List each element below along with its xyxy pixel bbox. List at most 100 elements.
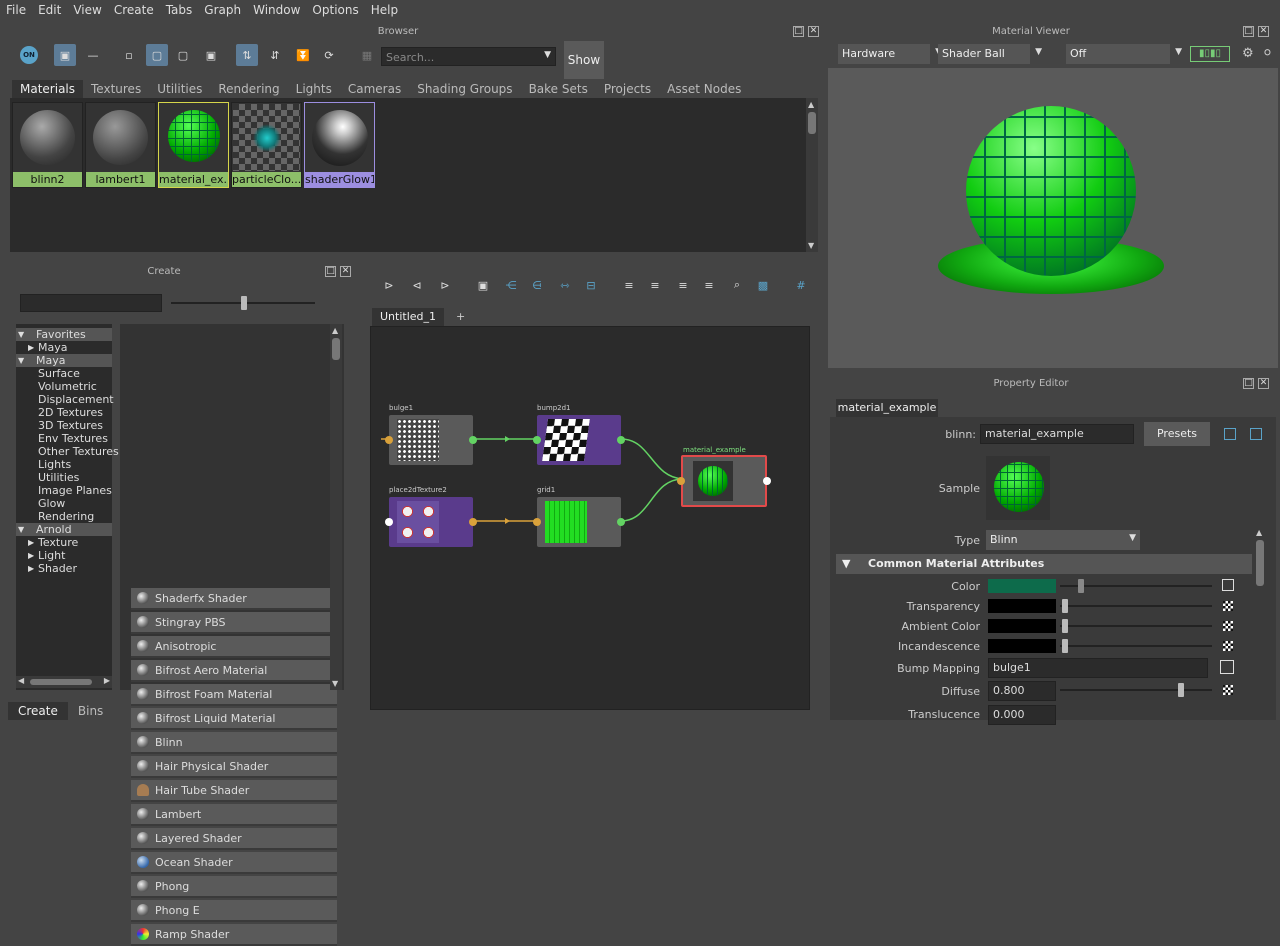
- filter-icon[interactable]: ▦: [356, 44, 378, 66]
- graph-input-output-icon[interactable]: ⇿: [554, 274, 576, 296]
- tab-projects[interactable]: Projects: [596, 80, 659, 98]
- node-place2dtexture2[interactable]: place2dTexture2: [385, 486, 477, 547]
- shader-list-item[interactable]: Anisotropic: [131, 636, 337, 658]
- close-icon[interactable]: ✕: [1258, 378, 1269, 389]
- renderer-dropdown[interactable]: Hardware ▼: [838, 44, 942, 64]
- chevron-down-icon[interactable]: ▼: [544, 50, 551, 60]
- search-input[interactable]: Search... ▼: [381, 47, 556, 66]
- material-thumb-material-example[interactable]: material_ex...: [158, 102, 229, 188]
- tree-item[interactable]: 3D Textures: [16, 419, 112, 432]
- menu-help[interactable]: Help: [365, 0, 404, 20]
- tab-cameras[interactable]: Cameras: [340, 80, 409, 98]
- node-port-in[interactable]: [533, 518, 541, 526]
- transparency-slider[interactable]: [1060, 605, 1212, 607]
- frame-selection-icon[interactable]: ▣: [472, 274, 494, 296]
- tree-item[interactable]: Utilities: [16, 471, 112, 484]
- remove-selected-icon[interactable]: ⊟: [580, 274, 602, 296]
- checker-map-icon[interactable]: [1223, 621, 1233, 631]
- chevron-right-icon[interactable]: ▶: [28, 341, 34, 354]
- shape-dropdown[interactable]: Shader Ball ▼: [938, 44, 1042, 64]
- node-bump2d1[interactable]: bump2d1: [533, 404, 625, 465]
- add-tab-button[interactable]: +: [456, 308, 465, 326]
- tab-materials[interactable]: Materials: [12, 80, 84, 98]
- presets-button[interactable]: Presets: [1144, 422, 1210, 446]
- material-thumb-shaderglow1[interactable]: shaderGlow1: [304, 102, 375, 188]
- property-tab-material[interactable]: material_example: [836, 399, 938, 417]
- node-port-in[interactable]: [385, 436, 393, 444]
- color-swatch[interactable]: [988, 579, 1056, 593]
- layout-three-icon[interactable]: ≡: [672, 274, 694, 296]
- frame-right-icon[interactable]: ⊳: [434, 274, 456, 296]
- ambient-swatch[interactable]: [988, 619, 1056, 633]
- more-icon[interactable]: ⚪: [1262, 46, 1273, 61]
- sort-time-icon[interactable]: ⏬: [292, 44, 314, 66]
- tree-item[interactable]: Displacement: [16, 393, 114, 406]
- icon-view-icon[interactable]: ▣: [54, 44, 76, 66]
- layout-four-icon[interactable]: ≡: [698, 274, 720, 296]
- close-icon[interactable]: ✕: [340, 266, 351, 277]
- node-port-out[interactable]: [469, 436, 477, 444]
- transparency-slider-knob[interactable]: [1062, 599, 1068, 613]
- shader-list-item[interactable]: Bifrost Aero Material: [131, 660, 337, 682]
- tree-item[interactable]: Volumetric: [16, 380, 112, 393]
- chevron-right-icon[interactable]: ▶: [28, 549, 34, 562]
- node-port-out[interactable]: [617, 518, 625, 526]
- copy-tab-icon[interactable]: [1250, 428, 1262, 440]
- tree-item[interactable]: Rendering: [16, 510, 112, 523]
- browser-scrollbar[interactable]: ▲ ▼: [806, 98, 818, 252]
- icon-size-slider-knob[interactable]: [241, 296, 247, 310]
- tab-bake-sets[interactable]: Bake Sets: [521, 80, 596, 98]
- tab-textures[interactable]: Textures: [83, 80, 149, 98]
- layout-one-icon[interactable]: ≡: [618, 274, 640, 296]
- checker-map-icon[interactable]: [1223, 641, 1233, 651]
- menu-edit[interactable]: Edit: [32, 0, 67, 20]
- tree-item[interactable]: Surface: [16, 367, 112, 380]
- shader-list-item[interactable]: Shaderfx Shader: [131, 588, 337, 610]
- frame-left-icon[interactable]: ⊳: [378, 274, 400, 296]
- tree-item[interactable]: Other Textures: [16, 445, 119, 458]
- node-port-in[interactable]: [533, 436, 541, 444]
- menu-graph[interactable]: Graph: [198, 0, 247, 20]
- toggle-on-icon[interactable]: ON: [18, 44, 40, 66]
- property-scrollbar[interactable]: ▲: [1254, 528, 1266, 718]
- menu-options[interactable]: Options: [306, 0, 364, 20]
- menu-tabs[interactable]: Tabs: [160, 0, 199, 20]
- shader-list-item[interactable]: Hair Physical Shader: [131, 756, 337, 778]
- node-grid1[interactable]: grid1: [533, 486, 625, 547]
- tree-item[interactable]: ▼ Arnold: [16, 523, 112, 536]
- tree-item[interactable]: Lights: [16, 458, 112, 471]
- env-dropdown[interactable]: Off ▼: [1066, 44, 1182, 64]
- tree-item[interactable]: ▶ Texture: [16, 536, 112, 549]
- incandescence-swatch[interactable]: [988, 639, 1056, 653]
- shader-list-item[interactable]: Ramp Shader: [131, 924, 337, 946]
- tab-asset-nodes[interactable]: Asset Nodes: [659, 80, 749, 98]
- node-material-example[interactable]: material_example: [677, 446, 771, 507]
- node-name-field[interactable]: material_example: [980, 424, 1134, 444]
- float-icon[interactable]: □: [793, 26, 804, 37]
- close-icon[interactable]: ✕: [1258, 26, 1269, 37]
- tab-bins[interactable]: Bins: [68, 702, 113, 720]
- ambient-slider[interactable]: [1060, 625, 1212, 627]
- graph-canvas[interactable]: bulge1 bump2d1 place2dTexture2 grid1 mat…: [370, 326, 810, 710]
- shader-list-item[interactable]: Phong: [131, 876, 337, 898]
- chevron-down-icon[interactable]: ▼: [18, 523, 24, 536]
- tree-item[interactable]: ▼ Maya: [16, 354, 112, 367]
- tree-item[interactable]: 2D Textures: [16, 406, 112, 419]
- tree-item[interactable]: ▶ Light: [16, 549, 112, 562]
- float-icon[interactable]: □: [1243, 26, 1254, 37]
- incandescence-slider[interactable]: [1060, 645, 1212, 647]
- transparency-swatch[interactable]: [988, 599, 1056, 613]
- ambient-slider-knob[interactable]: [1062, 619, 1068, 633]
- xlarge-icons-icon[interactable]: ▣: [200, 44, 222, 66]
- show-button[interactable]: Show: [564, 41, 604, 79]
- translucence-field[interactable]: 0.000: [988, 705, 1056, 725]
- shader-ball-viewport[interactable]: [828, 68, 1278, 368]
- node-bulge1[interactable]: bulge1: [385, 404, 477, 465]
- section-header-common[interactable]: ▼ Common Material Attributes: [836, 554, 1252, 574]
- chevron-down-icon[interactable]: ▼: [18, 354, 24, 367]
- chevron-right-icon[interactable]: ▶: [28, 562, 34, 575]
- material-thumb-blinn2[interactable]: blinn2: [12, 102, 83, 188]
- node-port-out[interactable]: [617, 436, 625, 444]
- sort-name-icon[interactable]: ⇅: [236, 44, 258, 66]
- input-output-icon[interactable]: [1224, 428, 1236, 440]
